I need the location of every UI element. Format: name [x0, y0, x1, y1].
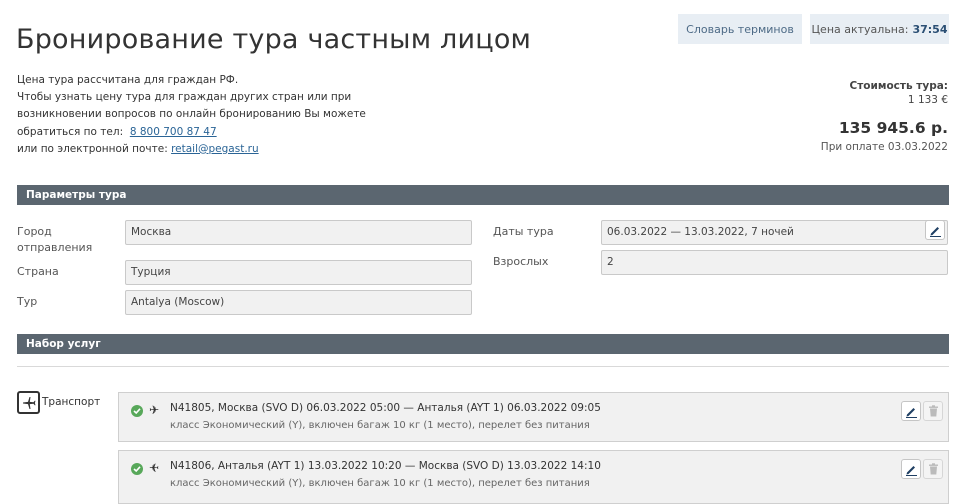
trash-icon	[928, 463, 938, 475]
check-circle-icon	[131, 463, 143, 475]
check-circle-icon	[131, 405, 143, 417]
flight-route: N41806, Анталья (AYT 1) 13.03.2022 10:20…	[170, 460, 601, 472]
info-line: Чтобы узнать цену тура для граждан други…	[17, 91, 352, 104]
cost-eur: 1 133 €	[907, 94, 948, 106]
payment-note: При оплате 03.03.2022	[820, 141, 948, 153]
email-link[interactable]: retail@pegast.ru	[171, 143, 259, 155]
edit-dates-button[interactable]	[925, 220, 945, 240]
dates-label: Даты тура	[493, 225, 554, 238]
city-field: Москва	[125, 220, 472, 245]
pencil-icon	[905, 465, 917, 476]
glossary-button[interactable]: Словарь терминов	[678, 14, 802, 44]
flight-desc: класс Экономический (Y), включен багаж 1…	[170, 420, 590, 431]
pencil-icon	[929, 226, 941, 237]
price-actual-label: Цена актуальна:	[811, 22, 909, 36]
country-label: Страна	[17, 265, 59, 278]
cost-label: Стоимость тура:	[849, 80, 949, 92]
phone-link[interactable]: 8 800 700 87 47	[130, 126, 217, 138]
transport-label: Транспорт	[42, 396, 101, 408]
info-line-email: или по электронной почте: retail@pegast.…	[17, 141, 366, 158]
airplane-icon	[17, 391, 40, 414]
edit-flight-button[interactable]	[901, 401, 921, 421]
adults-label: Взрослых	[493, 255, 549, 268]
flight-item: ✈ N41806, Анталья (AYT 1) 13.03.2022 10:…	[118, 450, 949, 504]
price-actual-timer: 37:54	[912, 22, 948, 36]
flight-item: ✈ N41805, Москва (SVO D) 06.03.2022 05:0…	[118, 392, 949, 442]
info-email-prefix: или по электронной почте:	[17, 142, 168, 155]
info-line: Цена тура рассчитана для граждан РФ.	[17, 74, 239, 86]
tour-label: Тур	[17, 295, 38, 308]
cost-rub: 135 945.6 р.	[838, 119, 948, 137]
info-line-phone: обратиться по тел: 8 800 700 87 47	[17, 124, 366, 141]
pencil-icon	[905, 407, 917, 418]
flight-route: N41805, Москва (SVO D) 06.03.2022 05:00 …	[170, 402, 601, 414]
dates-field: 06.03.2022 — 13.03.2022, 7 ночей	[601, 220, 948, 245]
delete-flight-button[interactable]	[923, 459, 943, 479]
country-field: Турция	[125, 260, 472, 285]
info-phone-prefix: обратиться по тел:	[17, 125, 124, 138]
edit-flight-button[interactable]	[901, 459, 921, 479]
city-label: Город отправления	[17, 225, 93, 254]
page-title: Бронирование тура частным лицом	[16, 24, 532, 55]
section-services-header: Набор услуг	[17, 334, 949, 354]
price-actual-badge: Цена актуальна: 37:54	[810, 14, 949, 44]
airplane-icon: ✈	[149, 461, 160, 475]
tour-cost: Стоимость тура: 1 133 € 135 945.6 р. При…	[821, 80, 948, 153]
info-line: возникновении вопросов по онлайн брониро…	[17, 108, 366, 121]
trash-icon	[928, 405, 938, 417]
delete-flight-button[interactable]	[923, 401, 943, 421]
flight-desc: класс Экономический (Y), включен багаж 1…	[170, 478, 590, 489]
info-block: Цена тура рассчитана для граждан РФ. Что…	[17, 72, 366, 158]
airplane-icon: ✈	[149, 403, 160, 417]
section-params-header: Параметры тура	[17, 185, 949, 205]
adults-field: 2	[601, 250, 948, 275]
tour-field: Antalya (Moscow)	[125, 290, 472, 315]
divider	[17, 366, 949, 367]
